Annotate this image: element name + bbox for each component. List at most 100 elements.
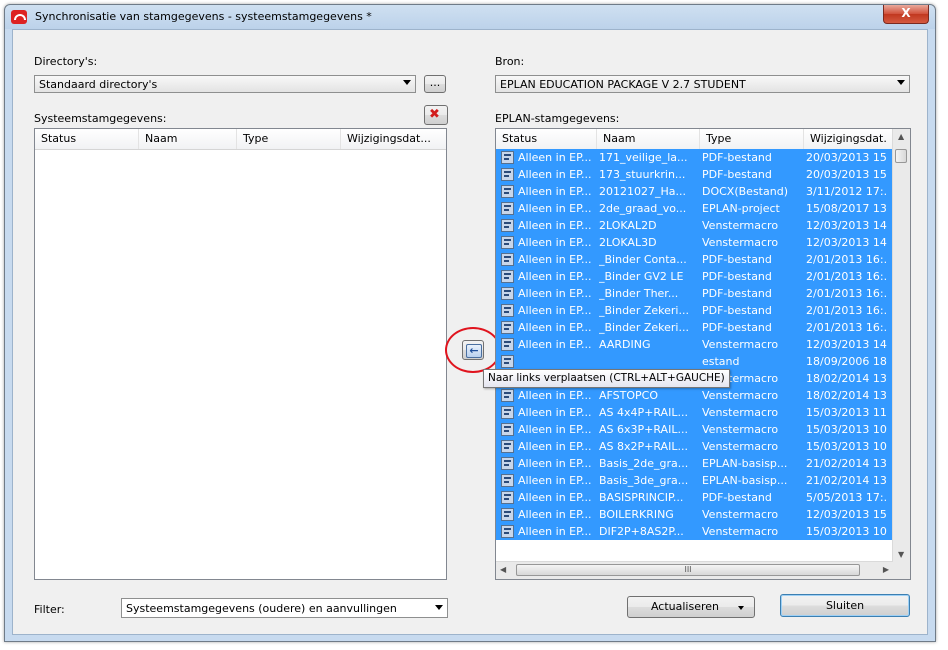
directory-select[interactable]: Standaard directory's bbox=[34, 75, 416, 93]
row-name: 2de_graad_vo... bbox=[599, 202, 687, 215]
column-header-type[interactable]: Type bbox=[237, 129, 341, 149]
list-item[interactable]: Alleen in EP... _Binder Zekeri... PDF-best… bbox=[496, 302, 894, 319]
list-item[interactable]: Alleen in EP... 20121027_Ha... DOCX(Bestan… bbox=[496, 183, 894, 200]
document-icon bbox=[501, 321, 514, 334]
list-item[interactable]: Alleen in EP... 2LOKAL2D Venstermacro 12/03… bbox=[496, 217, 894, 234]
row-date: 12/03/2013 14 bbox=[806, 219, 887, 232]
update-button[interactable]: Actualiseren bbox=[627, 596, 755, 618]
list-item[interactable]: Alleen in EP... AS 6x3P+RAIL... Venstermac… bbox=[496, 421, 894, 438]
list-item[interactable]: Alleen in EP... 173_stuurkrin... PDF-besta… bbox=[496, 166, 894, 183]
eplan-master-data-label: EPLAN-stamgegevens: bbox=[495, 112, 620, 125]
horizontal-scrollbar[interactable]: ◀ III ▶ bbox=[496, 561, 893, 579]
list-item[interactable]: Alleen in EP... _Binder Conta... PDF-besta… bbox=[496, 251, 894, 268]
document-icon bbox=[501, 304, 514, 317]
list-item[interactable]: Alleen in EP... 171_veilige_la... PDF-best… bbox=[496, 149, 894, 166]
close-window-button[interactable]: X bbox=[883, 5, 929, 24]
row-name: _Binder GV2 LE bbox=[599, 270, 684, 283]
scroll-left-icon[interactable]: ◀ bbox=[500, 565, 506, 574]
document-icon bbox=[501, 168, 514, 181]
row-name: BOILERKRING bbox=[599, 508, 674, 521]
source-select[interactable]: EPLAN EDUCATION PACKAGE V 2.7 STUDENT bbox=[495, 75, 910, 93]
move-left-tooltip: Naar links verplaatsen (CTRL+ALT+GAUCHE) bbox=[483, 369, 730, 388]
row-type: Venstermacro bbox=[702, 406, 779, 419]
row-status: Alleen in EP... bbox=[518, 457, 592, 470]
row-date: 18/02/2014 13 bbox=[806, 372, 887, 385]
eplan-app-icon bbox=[11, 10, 27, 24]
system-master-data-list[interactable]: Status Naam Type Wijzigingsdat... bbox=[34, 128, 447, 580]
list-item[interactable]: Alleen in EP... AS 8x2P+RAIL... Venstermac… bbox=[496, 438, 894, 455]
list-item[interactable]: Alleen in EP... Basis_2de_gra... EPLAN-bas… bbox=[496, 455, 894, 472]
row-date: 15/08/2017 13 bbox=[806, 202, 887, 215]
list-item[interactable]: Alleen in EP... 2de_graad_vo... EPLAN-proj… bbox=[496, 200, 894, 217]
row-date: 12/03/2013 15 bbox=[806, 508, 887, 521]
close-button[interactable]: Sluiten bbox=[780, 594, 910, 617]
horizontal-scroll-thumb[interactable]: III bbox=[516, 564, 860, 576]
row-status: Alleen in EP... bbox=[518, 338, 592, 351]
list-item[interactable]: Alleen in EP... AS 4x4P+RAIL... Venstermac… bbox=[496, 404, 894, 421]
document-icon bbox=[501, 474, 514, 487]
document-icon bbox=[501, 185, 514, 198]
list-item[interactable]: Alleen in EP... AARDING Venstermacro 12/03/… bbox=[496, 336, 894, 353]
list-item[interactable]: Alleen in EP... Basis_3de_gra... EPLAN-bas… bbox=[496, 472, 894, 489]
row-date: 18/09/2006 18 bbox=[806, 355, 887, 368]
list-item[interactable]: Alleen in EP... AFSTOPCO Venstermacro 18/02… bbox=[496, 387, 894, 404]
row-type: DOCX(Bestand) bbox=[702, 185, 788, 198]
column-header-status[interactable]: Status bbox=[496, 129, 597, 149]
row-date: 20/03/2013 15 bbox=[806, 151, 887, 164]
row-date: 5/05/2013 17:. bbox=[806, 491, 888, 504]
directories-label: Directory's: bbox=[34, 55, 98, 68]
row-date: 12/03/2013 14 bbox=[806, 236, 887, 249]
scroll-right-icon[interactable]: ▶ bbox=[883, 565, 889, 574]
eplan-master-data-list[interactable]: Status Naam Type Wijzigingsdat. Alleen i… bbox=[495, 128, 911, 580]
column-header-name[interactable]: Naam bbox=[139, 129, 237, 149]
row-type: PDF-bestand bbox=[702, 287, 772, 300]
row-status: Alleen in EP... bbox=[518, 491, 592, 504]
vertical-scroll-thumb[interactable] bbox=[895, 149, 907, 163]
document-icon bbox=[501, 423, 514, 436]
filter-select-value: Systeemstamgegevens (oudere) en aanvulli… bbox=[126, 602, 397, 615]
chevron-down-icon[interactable] bbox=[738, 606, 744, 610]
sync-dialog-window: Synchronisatie van stamgegevens - systee… bbox=[4, 4, 936, 642]
row-type: EPLAN-basisp... bbox=[702, 457, 788, 470]
row-date: 2/01/2013 16:. bbox=[806, 270, 888, 283]
dialog-client-area: Directory's: Standaard directory's ... S… bbox=[12, 29, 928, 635]
list-item[interactable]: Alleen in EP... BASISPRINCIP... PDF-bestan… bbox=[496, 489, 894, 506]
filter-select[interactable]: Systeemstamgegevens (oudere) en aanvulli… bbox=[121, 598, 448, 618]
row-status: Alleen in EP... bbox=[518, 525, 592, 538]
row-type: estand bbox=[702, 355, 740, 368]
list-item[interactable]: Alleen in EP... DIF2P+8AS2P... Venstermacr… bbox=[496, 523, 894, 540]
row-date: 18/02/2014 13 bbox=[806, 389, 887, 402]
column-header-modified[interactable]: Wijzigingsdat... bbox=[341, 129, 446, 149]
row-name: 2LOKAL3D bbox=[599, 236, 657, 249]
document-icon bbox=[501, 338, 514, 351]
document-icon bbox=[501, 253, 514, 266]
row-status: Alleen in EP... bbox=[518, 304, 592, 317]
list-item[interactable]: Alleen in EP... BOILERKRING Venstermacro 12… bbox=[496, 506, 894, 523]
row-date: 15/03/2013 10 bbox=[806, 440, 887, 453]
browse-directory-button[interactable]: ... bbox=[424, 75, 446, 93]
list-item[interactable]: Alleen in EP... _Binder GV2 LE PDF-bestand… bbox=[496, 268, 894, 285]
row-name: _Binder Ther... bbox=[599, 287, 679, 300]
directory-select-value: Standaard directory's bbox=[39, 78, 158, 91]
column-header-type[interactable]: Type bbox=[700, 129, 804, 149]
row-name: AS 6x3P+RAIL... bbox=[599, 423, 688, 436]
row-date: 15/03/2013 11 bbox=[806, 406, 887, 419]
vertical-scrollbar[interactable]: ▲ ▼ bbox=[892, 129, 910, 562]
scroll-up-icon[interactable]: ▲ bbox=[898, 132, 904, 141]
row-status: Alleen in EP... bbox=[518, 270, 592, 283]
column-header-modified[interactable]: Wijzigingsdat. bbox=[804, 129, 895, 149]
row-name: _Binder Zekeri... bbox=[599, 321, 689, 334]
list-item[interactable]: Alleen in EP... _Binder Zekeri... PDF-best… bbox=[496, 319, 894, 336]
list-item[interactable]: Alleen in EP... _Binder Ther... PDF-bestan… bbox=[496, 285, 894, 302]
column-header-status[interactable]: Status bbox=[35, 129, 139, 149]
row-name: AS 4x4P+RAIL... bbox=[599, 406, 688, 419]
delete-button[interactable]: ✖ bbox=[424, 105, 448, 125]
list-item[interactable]: Alleen in EP... 2LOKAL3D Venstermacro 12/03… bbox=[496, 234, 894, 251]
row-status: Alleen in EP... bbox=[518, 185, 592, 198]
column-header-name[interactable]: Naam bbox=[597, 129, 700, 149]
row-name: BASISPRINCIP... bbox=[599, 491, 684, 504]
row-type: PDF-bestand bbox=[702, 491, 772, 504]
title-bar[interactable]: Synchronisatie van stamgegevens - systee… bbox=[5, 5, 935, 29]
scroll-down-icon[interactable]: ▼ bbox=[898, 550, 904, 559]
list-item[interactable]: estand 18/09/2006 18 bbox=[496, 353, 894, 370]
